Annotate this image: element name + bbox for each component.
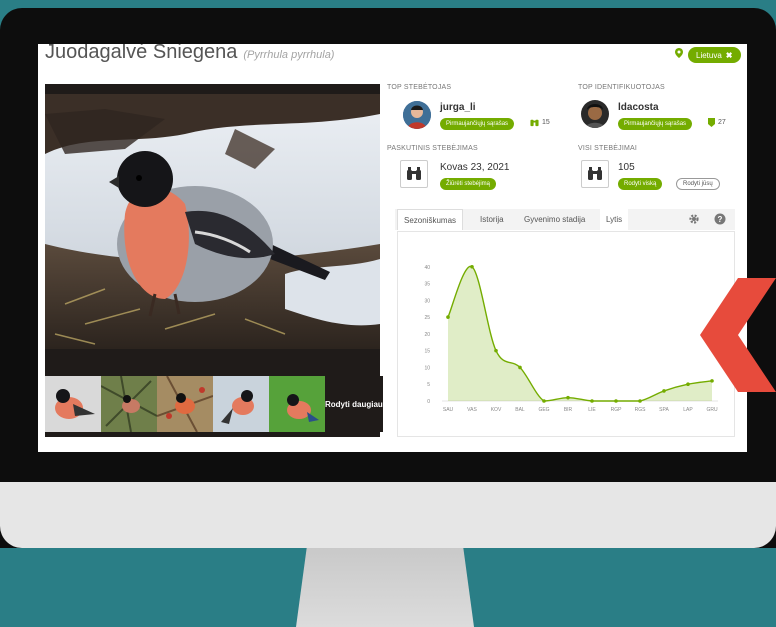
thumbnail-strip: Rodyti daugiau — [45, 376, 383, 432]
last-observation-icon-box — [400, 160, 428, 188]
binoculars-icon — [530, 119, 539, 127]
x-tick-label: LIE — [588, 407, 596, 413]
tab-sex[interactable]: Lytis — [600, 209, 629, 230]
thumbnail-1[interactable] — [45, 376, 101, 432]
top-observer-count-value: 15 — [542, 119, 550, 126]
data-point-spa — [662, 389, 666, 393]
show-all-button[interactable]: Rodyti viską — [618, 178, 663, 190]
x-tick-label: SAU — [443, 407, 454, 413]
y-tick-label: 20 — [424, 332, 430, 338]
show-more-photos-link[interactable]: Rodyti daugiau — [325, 376, 383, 432]
x-tick-label: BIR — [564, 407, 573, 413]
data-point-vas — [470, 264, 474, 269]
svg-text:?: ? — [718, 215, 723, 224]
top-observer-label: TOP STEBĖTOJAS — [387, 84, 452, 91]
last-observation-label: PASKUTINIS STEBĖJIMAS — [387, 145, 478, 152]
data-point-sau — [446, 315, 450, 319]
last-observation-date: Kovas 23, 2021 — [440, 162, 510, 173]
data-point-lie — [590, 399, 594, 403]
y-tick-label: 25 — [424, 315, 430, 321]
y-tick-label: 15 — [424, 349, 430, 355]
x-tick-label: KOV — [491, 407, 502, 413]
top-observer-name[interactable]: jurga_li — [440, 102, 476, 113]
data-point-rgp — [614, 399, 618, 403]
top-identifier-name[interactable]: ldacosta — [618, 102, 659, 113]
view-observation-button[interactable]: Žiūrėti stebėjimą — [440, 178, 497, 190]
place-chip-label: Lietuva — [696, 50, 722, 60]
top-identifier-avatar[interactable] — [581, 100, 609, 128]
species-title: Juodagalvė Sniegena (Pyrrhula pyrrhula) — [45, 44, 334, 65]
gear-icon[interactable] — [688, 213, 700, 225]
all-observations-label: VISI STEBĖJIMAI — [578, 145, 638, 152]
y-tick-label: 5 — [427, 382, 430, 388]
show-yours-button[interactable]: Rodyti jūsų — [676, 178, 720, 190]
top-observer-avatar[interactable] — [403, 101, 431, 129]
close-icon[interactable]: ✖ — [726, 51, 733, 60]
badge-icon — [708, 118, 715, 127]
y-tick-label: 35 — [424, 282, 430, 288]
x-tick-label: BAL — [515, 407, 525, 413]
red-chevron-icon — [700, 278, 776, 392]
y-tick-label: 40 — [424, 265, 430, 271]
tab-history[interactable]: Istorija — [480, 209, 504, 230]
x-tick-label: LAP — [683, 407, 693, 413]
data-point-bal — [518, 365, 522, 370]
x-tick-label: GEG — [538, 407, 549, 413]
y-tick-label: 0 — [427, 399, 430, 405]
top-identifier-count: 27 — [708, 118, 726, 127]
monitor-stand — [296, 548, 474, 627]
data-point-geg — [542, 399, 546, 403]
thumbnail-2[interactable] — [101, 376, 157, 432]
top-identifier-count-value: 27 — [718, 119, 726, 126]
top-identifier-leaderboard-button[interactable]: Pirmaujančiųjų sąrašas — [618, 118, 693, 130]
main-photo[interactable] — [45, 94, 380, 349]
series-area — [448, 266, 712, 401]
thumbnail-4[interactable] — [213, 376, 269, 432]
all-observations-icon-box — [581, 160, 609, 188]
x-tick-label: RGP — [611, 407, 623, 413]
photo-gallery: Rodyti daugiau — [45, 84, 383, 437]
y-tick-label: 10 — [424, 365, 430, 371]
data-point-rgs — [638, 399, 642, 403]
top-identifier-label: TOP IDENTIFIKUOTOJAS — [578, 84, 665, 91]
x-tick-label: SPA — [659, 407, 669, 413]
tabs-bar: Sezoniškumas Istorija Gyvenimo stadija L… — [395, 209, 735, 230]
top-observer-count: 15 — [530, 118, 550, 127]
binoculars-icon — [588, 167, 602, 180]
thumbnail-5[interactable] — [269, 376, 325, 432]
x-tick-label: GRU — [706, 407, 718, 413]
data-point-bir — [566, 395, 570, 400]
monitor-chin — [0, 482, 776, 548]
top-observer-leaderboard-button[interactable]: Pirmaujančiųjų sąrašas — [440, 118, 515, 130]
common-name: Juodagalvė Sniegena — [45, 44, 238, 63]
all-observations-count: 105 — [618, 162, 635, 173]
tab-life-stage[interactable]: Gyvenimo stadija — [524, 209, 585, 230]
place-filter-chip[interactable]: Lietuva ✖ — [688, 47, 741, 63]
x-tick-label: RGS — [635, 407, 647, 413]
help-icon[interactable]: ? — [714, 213, 726, 225]
place-pin-icon — [675, 48, 683, 58]
tab-seasonality[interactable]: Sezoniškumas — [397, 209, 464, 230]
data-point-kov — [494, 348, 498, 353]
thumbnail-3[interactable] — [157, 376, 213, 432]
binoculars-icon — [407, 167, 421, 180]
x-tick-label: VAS — [467, 407, 477, 413]
screen: Juodagalvė Sniegena (Pyrrhula pyrrhula) … — [38, 44, 747, 452]
y-tick-label: 30 — [424, 298, 430, 304]
scientific-name: (Pyrrhula pyrrhula) — [243, 49, 335, 61]
